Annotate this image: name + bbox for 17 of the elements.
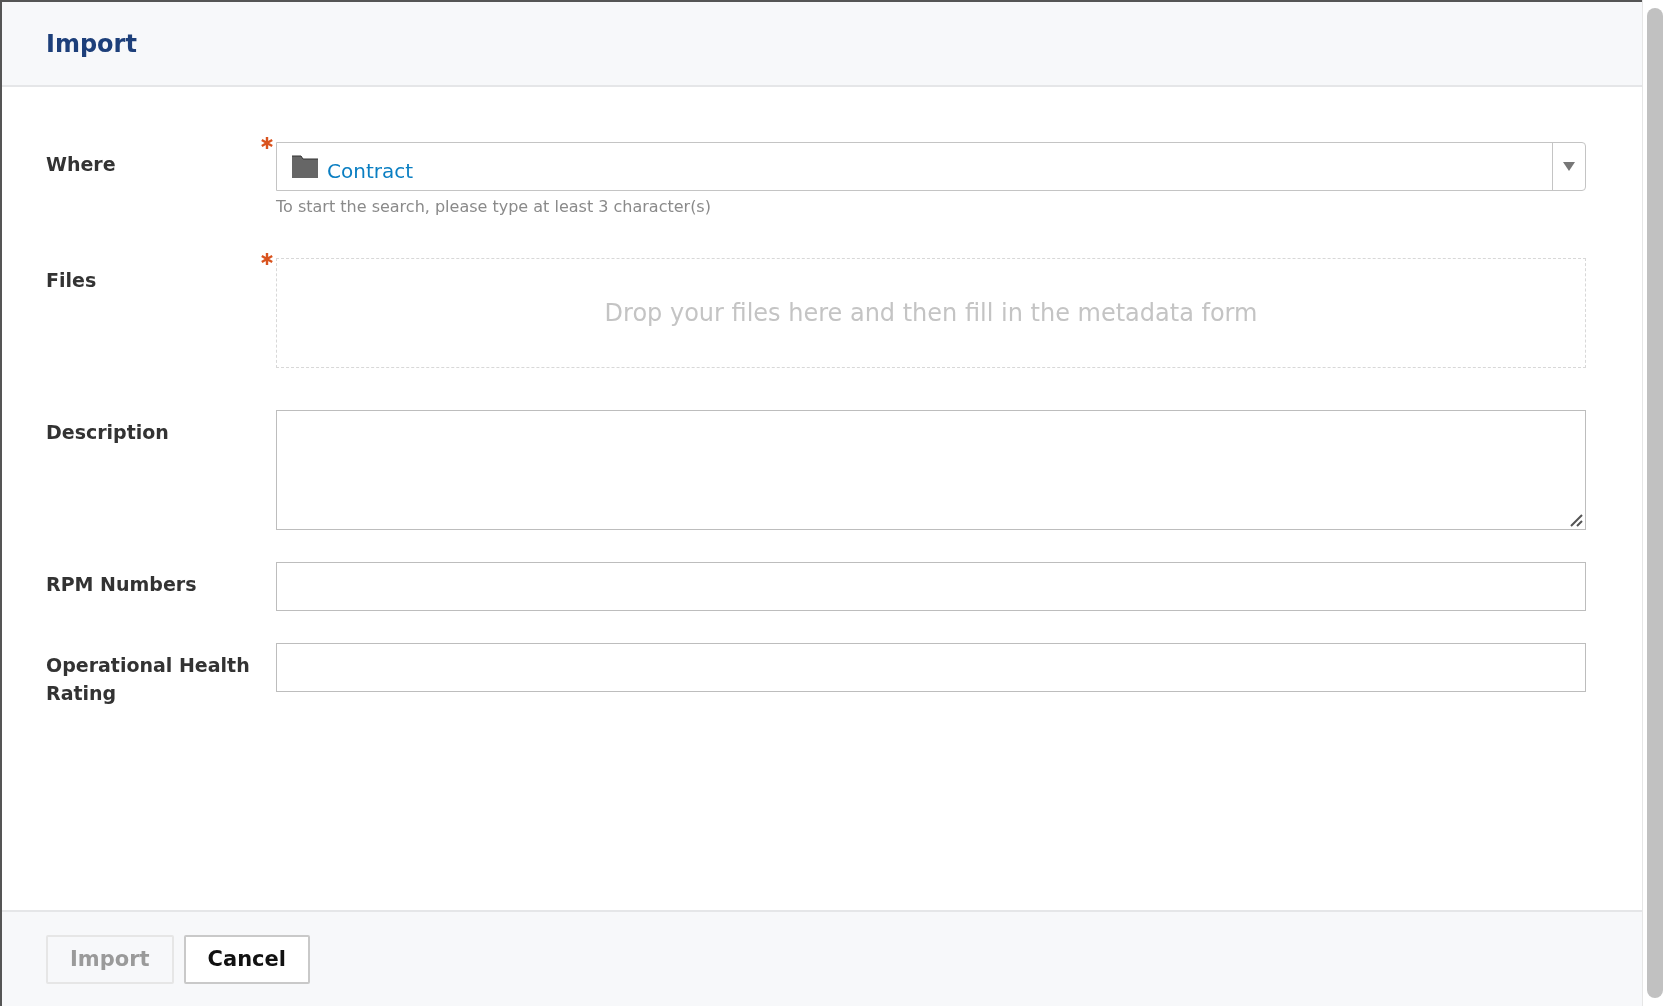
folder-icon bbox=[291, 154, 319, 179]
input-field[interactable] bbox=[276, 643, 1586, 692]
field-label: Files bbox=[46, 268, 98, 293]
caret-icon[interactable] bbox=[1563, 162, 1575, 171]
description-field[interactable] bbox=[276, 410, 1586, 530]
field-label: Operational Health Rating bbox=[46, 653, 251, 706]
field-label: Where bbox=[46, 152, 117, 177]
resize-grip-icon[interactable] bbox=[1569, 513, 1583, 527]
field-label: Description bbox=[46, 420, 170, 445]
dialog-title: Import bbox=[46, 29, 137, 58]
field-label: RPM Numbers bbox=[46, 572, 198, 597]
input-field[interactable] bbox=[276, 562, 1586, 611]
hint-text: To start the search, please type at least 3 character(s) bbox=[276, 197, 712, 216]
cancel-button[interactable]: Cancel bbox=[183, 934, 310, 984]
selected-value: Contract bbox=[327, 158, 414, 183]
scrollbar-thumb[interactable] bbox=[1646, 8, 1663, 998]
location-select[interactable]: Contract bbox=[276, 142, 1586, 191]
